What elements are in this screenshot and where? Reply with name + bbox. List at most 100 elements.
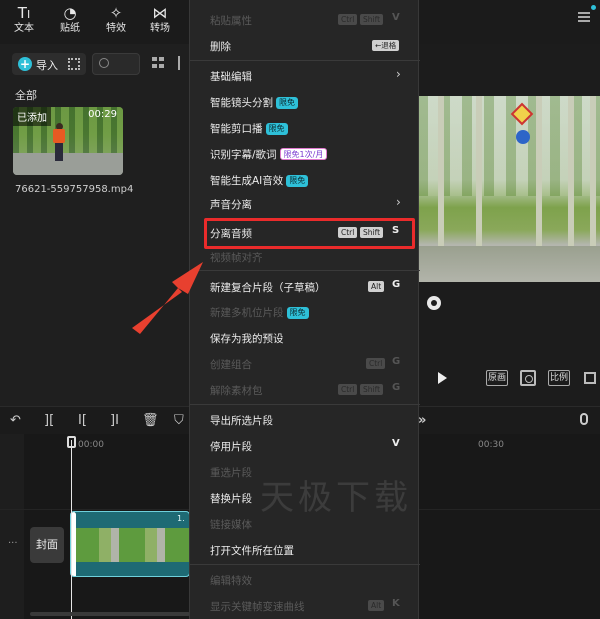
context-menu: 粘贴属性 Ctrl Shift V 删除 ←退格 基础编辑 › 智能镜头分割 限免… <box>189 0 420 619</box>
menu-item-label: 导出所选片段 <box>210 415 273 427</box>
free-monthly-badge: 限免1次/月 <box>279 148 328 160</box>
menu-new-compound-clip[interactable]: 新建复合片段（子草稿） Alt G <box>190 275 420 299</box>
tool-effects-label: 特效 <box>106 23 126 34</box>
free-badge: 限免 <box>286 307 309 319</box>
split-right-icon[interactable]: ]I <box>110 414 119 428</box>
effects-icon: ✧ <box>109 4 123 22</box>
undo-icon[interactable]: ↶ <box>10 414 21 428</box>
tool-transition[interactable]: ⋈ 转场 <box>140 4 180 36</box>
ruler-time-start: 00:00 <box>78 440 104 450</box>
asset-toolbar: TI 文本 ◔ 贴纸 ✧ 特效 ⋈ 转场 <box>0 0 190 44</box>
menu-divider <box>190 270 420 271</box>
microphone-icon[interactable] <box>580 413 588 425</box>
playhead[interactable] <box>71 440 72 619</box>
menu-item-label: 链接媒体 <box>210 519 252 531</box>
menu-recognize-subtitles[interactable]: 识别字幕/歌词 限免1次/月 <box>190 142 420 166</box>
import-button[interactable]: + 导入 <box>12 53 86 75</box>
media-clip-thumbnail[interactable]: 已添加 00:29 <box>13 107 123 175</box>
menu-item-text: 智能剪口播 <box>210 123 263 135</box>
menu-create-group[interactable]: 创建组合 Ctrl G <box>190 352 420 376</box>
menu-item-label: 视频帧对齐 <box>210 252 263 264</box>
menu-smart-talk-cut[interactable]: 智能剪口播 限免 <box>190 116 420 140</box>
menu-disable-clip[interactable]: 停用片段 V <box>190 434 420 458</box>
menu-item-label: 识别字幕/歌词 限免1次/月 <box>210 147 328 162</box>
menu-item-label: 智能镜头分割 限免 <box>210 95 298 110</box>
menu-item-text: 识别字幕/歌词 <box>210 149 277 161</box>
sort-icon[interactable] <box>178 56 188 70</box>
sticker-icon: ◔ <box>63 4 77 22</box>
timeline-video-clip[interactable]: 1. <box>70 511 190 577</box>
hamburger-menu-icon[interactable] <box>578 12 590 22</box>
shield-icon[interactable]: ⛉ <box>174 414 184 428</box>
chevron-right-icon: › <box>396 195 401 209</box>
original-quality-button[interactable]: 原画 <box>486 370 508 386</box>
clip-frames <box>73 528 189 562</box>
road-sign-blue <box>516 130 530 144</box>
menu-item-label: 新建多机位片段 限免 <box>210 305 309 320</box>
key-backspace: ←退格 <box>372 40 400 51</box>
menu-item-label: 删除 <box>210 41 231 53</box>
grid-view-icon[interactable] <box>152 56 166 70</box>
key-alt: Alt <box>368 600 385 611</box>
media-panel: + 导入 全部 已添加 00:29 76621-559757958.mp4 <box>0 44 190 406</box>
menu-item-text: 智能生成AI音效 <box>210 175 284 187</box>
menu-item-label: 编辑特效 <box>210 575 252 587</box>
free-badge: 限免 <box>286 175 309 187</box>
menu-item-text: 新建多机位片段 <box>210 307 284 319</box>
menu-edit-effects[interactable]: 编辑特效 <box>190 568 420 592</box>
menu-voice-separation[interactable]: 声音分离 › <box>190 192 420 216</box>
menu-paste-attributes[interactable]: 粘贴属性 Ctrl Shift V <box>190 8 420 32</box>
menu-new-multicam-clip[interactable]: 新建多机位片段 限免 <box>190 300 420 324</box>
menu-item-label: 解除素材包 <box>210 385 263 397</box>
tool-text[interactable]: TI 文本 <box>4 4 44 36</box>
menu-item-label: 新建复合片段（子草稿） <box>210 282 326 294</box>
split-icon[interactable]: ][ <box>44 414 54 428</box>
split-left-icon[interactable]: I[ <box>78 414 87 428</box>
menu-ai-sound-effect[interactable]: 智能生成AI音效 限免 <box>190 168 420 192</box>
chevron-right-icon: › <box>396 67 401 81</box>
category-all-label[interactable]: 全部 <box>15 87 37 103</box>
menu-basic-edit[interactable]: 基础编辑 › <box>190 64 420 88</box>
menu-save-preset[interactable]: 保存为我的预设 <box>190 326 420 350</box>
menu-ungroup-pack[interactable]: 解除素材包 Ctrl Shift G <box>190 378 420 402</box>
timeline-scrollbar[interactable] <box>30 612 190 616</box>
menu-item-label: 基础编辑 <box>210 71 252 83</box>
free-badge: 限免 <box>265 123 288 135</box>
menu-show-keyframe-curve[interactable]: 显示关键帧变速曲线 Alt K <box>190 594 420 618</box>
media-search[interactable] <box>92 53 140 75</box>
play-icon[interactable] <box>438 372 447 384</box>
cover-button[interactable]: 封面 <box>30 527 64 563</box>
delete-icon[interactable]: 🗑 <box>142 414 159 428</box>
menu-item-text: 智能镜头分割 <box>210 97 273 109</box>
menu-open-file-location[interactable]: 打开文件所在位置 <box>190 538 420 562</box>
transition-icon: ⋈ <box>152 4 168 22</box>
highlight-box <box>204 218 415 249</box>
video-preview[interactable] <box>418 96 600 282</box>
focus-icon[interactable] <box>520 370 536 386</box>
tool-text-label: 文本 <box>14 23 34 34</box>
timeline-track-headers <box>0 434 24 619</box>
search-icon <box>99 58 109 68</box>
menu-item-label: 粘贴属性 <box>210 15 252 27</box>
player-header <box>418 0 600 44</box>
menu-item-label: 停用片段 <box>210 441 252 453</box>
ruler-time-mid: 00:30 <box>478 440 504 450</box>
menu-item-label: 智能生成AI音效 限免 <box>210 173 309 188</box>
added-badge: 已添加 <box>13 107 51 126</box>
clip-duration: 00:29 <box>88 109 117 120</box>
qr-code-icon[interactable] <box>68 58 80 70</box>
menu-smart-shot-split[interactable]: 智能镜头分割 限免 <box>190 90 420 114</box>
tool-effects[interactable]: ✧ 特效 <box>96 4 136 36</box>
plus-icon: + <box>18 57 32 71</box>
playhead-handle[interactable] <box>67 436 76 448</box>
search-input[interactable] <box>111 56 137 72</box>
menu-item-label: 显示关键帧变速曲线 <box>210 601 305 613</box>
menu-export-selected[interactable]: 导出所选片段 <box>190 408 420 432</box>
fullscreen-icon[interactable] <box>584 372 596 384</box>
rotate-icon[interactable] <box>427 296 441 310</box>
key-letter: G <box>392 279 401 290</box>
more-icon[interactable]: ··· <box>8 538 18 549</box>
tool-sticker[interactable]: ◔ 贴纸 <box>50 4 90 36</box>
menu-delete[interactable]: 删除 ←退格 <box>190 34 420 58</box>
ratio-button[interactable]: 比例 <box>548 370 570 386</box>
